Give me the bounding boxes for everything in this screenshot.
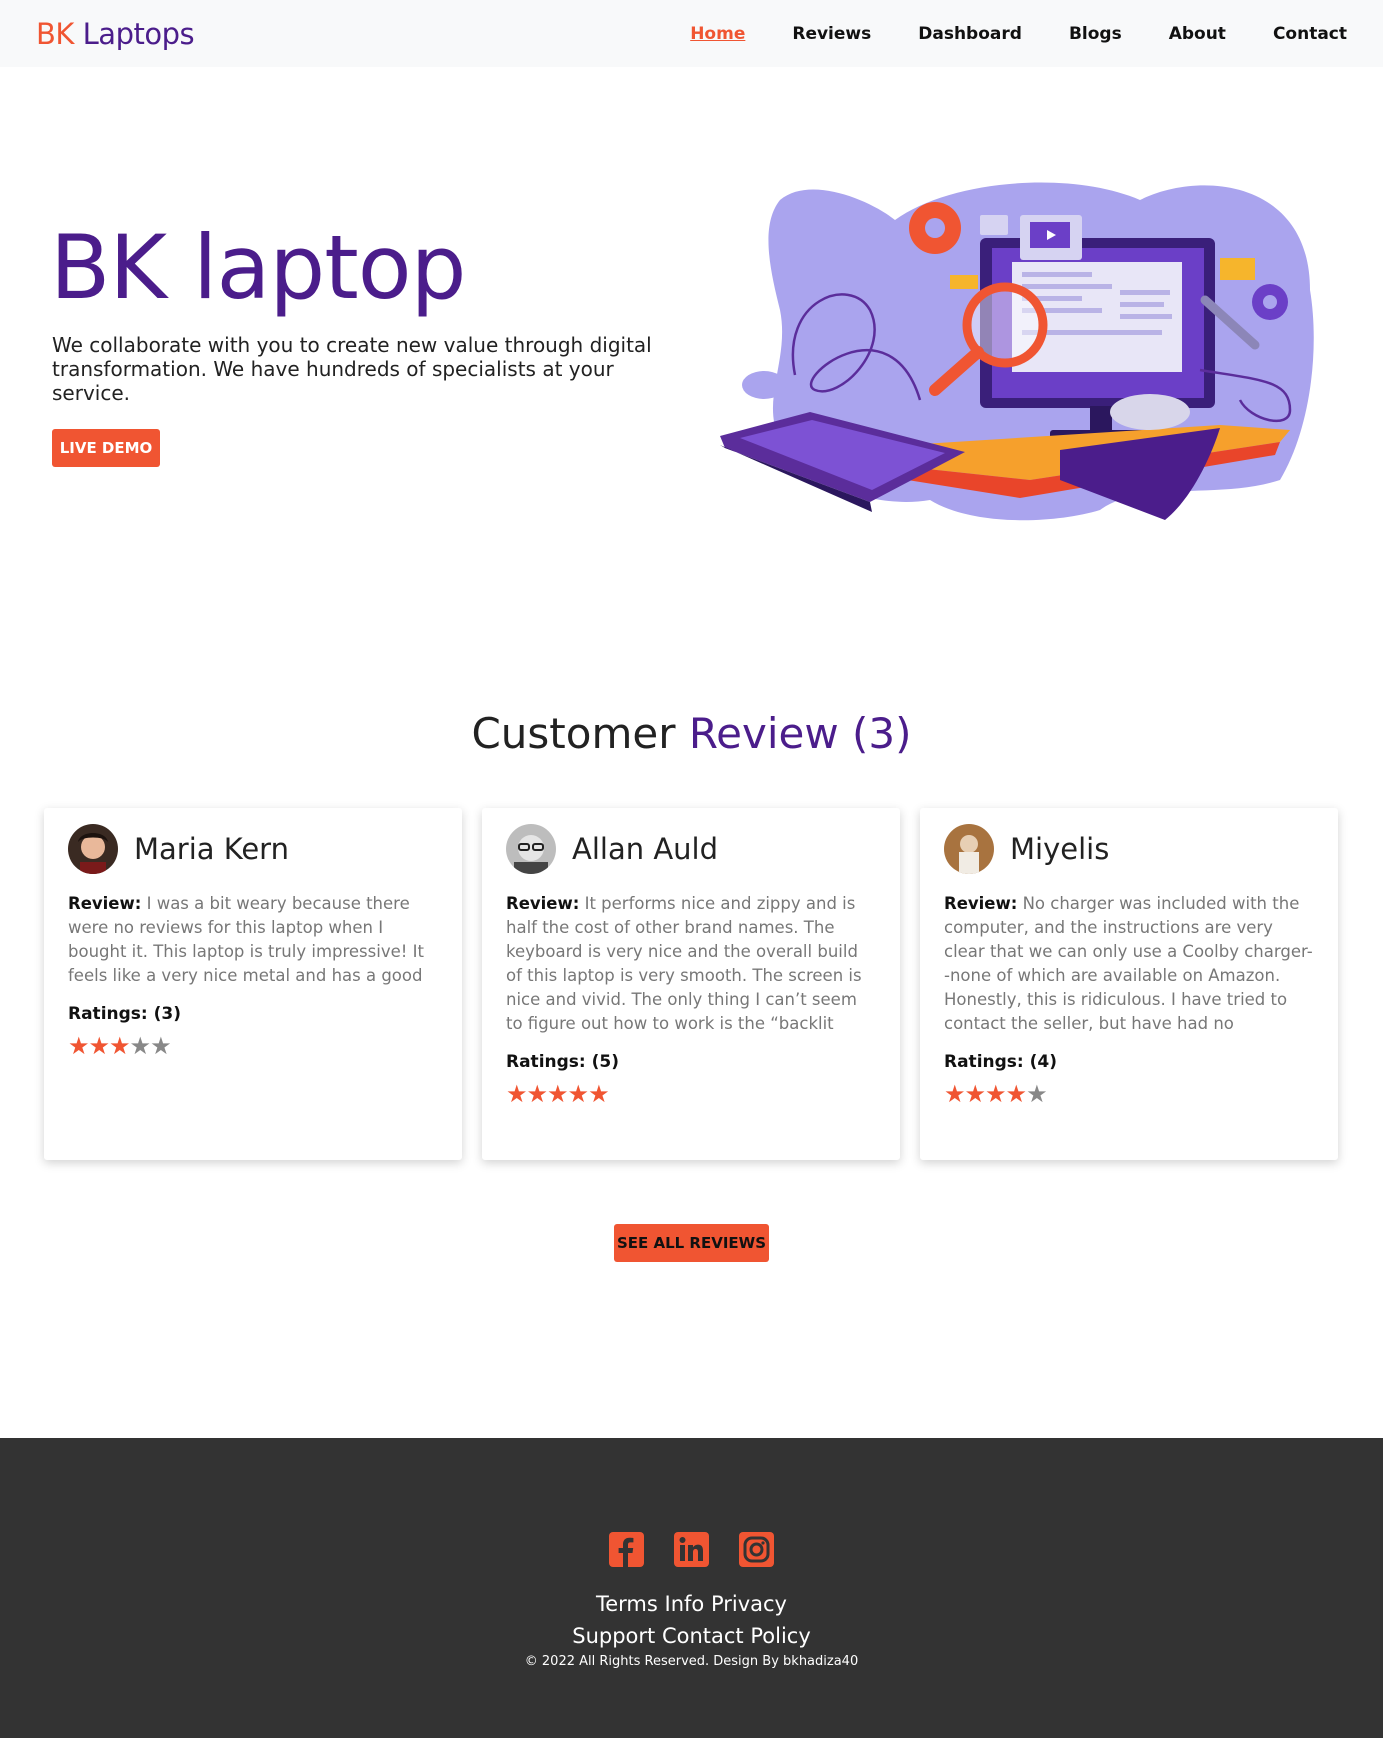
review-cards: Maria Kern Review: I was a bit weary bec… — [44, 808, 1340, 1160]
footer: Terms Info Privacy Support Contact Polic… — [0, 1438, 1383, 1738]
star-filled-icon: ★ — [985, 1080, 1006, 1108]
footer-link-privacy[interactable]: Privacy — [711, 1592, 787, 1616]
hero-text: We collaborate with you to create new va… — [52, 333, 652, 405]
rating-label: Ratings: (5) — [506, 1052, 619, 1072]
nav-link-about[interactable]: About — [1169, 22, 1226, 46]
footer-link-policy[interactable]: Policy — [750, 1624, 810, 1648]
nav-link-home[interactable]: Home — [690, 22, 745, 46]
review-text: Review: No charger was included with the… — [944, 892, 1314, 1036]
rating-stars: ★★★★★ — [506, 1080, 876, 1108]
nav-link-dashboard[interactable]: Dashboard — [918, 22, 1022, 46]
brand-part-bk: BK — [36, 17, 74, 51]
hero-title: BK laptop — [50, 216, 466, 319]
star-filled-icon: ★ — [526, 1080, 548, 1108]
star-empty-icon: ★ — [1026, 1080, 1047, 1108]
rating-label: Ratings: (4) — [944, 1052, 1057, 1072]
footer-links-row-2: Support Contact Policy — [0, 1620, 1383, 1652]
nav-link-blogs[interactable]: Blogs — [1069, 22, 1122, 46]
nav-links: Home Reviews Dashboard Blogs About Conta… — [643, 22, 1347, 46]
review-card: Miyelis Review: No charger was included … — [920, 808, 1338, 1160]
footer-link-info[interactable]: Info — [665, 1592, 705, 1616]
live-demo-button[interactable]: LIVE DEMO — [52, 429, 160, 467]
rating-stars: ★★★★★ — [944, 1080, 1314, 1108]
star-filled-icon: ★ — [547, 1080, 568, 1108]
review-body: No charger was included with the compute… — [944, 894, 1313, 1033]
nav-link-contact[interactable]: Contact — [1273, 22, 1347, 46]
reviews-title-part1: Customer — [471, 709, 676, 758]
star-empty-icon: ★ — [129, 1032, 151, 1060]
star-filled-icon: ★ — [588, 1080, 609, 1108]
reviews-title-part2: Review (3) — [688, 709, 912, 758]
review-card: Allan Auld Review: It performs nice and … — [482, 808, 900, 1160]
footer-links: Terms Info Privacy Support Contact Polic… — [0, 1588, 1383, 1652]
navbar: BK Laptops Home Reviews Dashboard Blogs … — [0, 0, 1383, 67]
footer-links-row-1: Terms Info Privacy — [0, 1588, 1383, 1620]
reviews-section-title: Customer Review (3) — [0, 708, 1383, 760]
footer-link-contact[interactable]: Contact — [662, 1624, 744, 1648]
star-filled-icon: ★ — [567, 1080, 589, 1108]
star-filled-icon: ★ — [68, 1032, 89, 1060]
star-filled-icon: ★ — [1005, 1080, 1027, 1108]
avatar — [944, 824, 994, 874]
star-filled-icon: ★ — [506, 1080, 527, 1108]
star-empty-icon: ★ — [150, 1032, 171, 1060]
review-card: Maria Kern Review: I was a bit weary bec… — [44, 808, 462, 1160]
star-filled-icon: ★ — [964, 1080, 986, 1108]
rating-label: Ratings: (3) — [68, 1004, 181, 1024]
reviewer-name: Maria Kern — [134, 832, 289, 866]
reviewer-name: Allan Auld — [572, 832, 719, 866]
facebook-icon[interactable] — [609, 1532, 644, 1567]
footer-link-support[interactable]: Support — [572, 1624, 655, 1648]
review-body: It performs nice and zippy and is half t… — [506, 894, 862, 1033]
avatar — [68, 824, 118, 874]
brand-part-laptops: Laptops — [82, 17, 195, 51]
review-text: Review: It performs nice and zippy and i… — [506, 892, 876, 1036]
see-all-reviews-button[interactable]: SEE ALL REVIEWS — [614, 1224, 769, 1262]
avatar — [506, 824, 556, 874]
social-links — [0, 1532, 1383, 1567]
brand-logo[interactable]: BK Laptops — [36, 16, 195, 52]
reviewer-name: Miyelis — [1010, 832, 1110, 866]
linkedin-icon[interactable] — [674, 1532, 709, 1567]
hero-laptop-illustration — [720, 182, 1314, 521]
star-filled-icon: ★ — [88, 1032, 110, 1060]
review-label: Review: — [944, 894, 1018, 913]
footer-link-terms[interactable]: Terms — [596, 1592, 658, 1616]
review-card-header: Miyelis — [944, 822, 1314, 876]
review-card-header: Allan Auld — [506, 822, 876, 876]
instagram-icon[interactable] — [739, 1532, 774, 1567]
star-filled-icon: ★ — [109, 1032, 130, 1060]
copyright: © 2022 All Rights Reserved. Design By bk… — [524, 1654, 859, 1669]
review-label: Review: — [68, 894, 142, 913]
nav-link-reviews[interactable]: Reviews — [792, 22, 871, 46]
star-filled-icon: ★ — [944, 1080, 965, 1108]
review-label: Review: — [506, 894, 580, 913]
review-text: Review: I was a bit weary because there … — [68, 892, 438, 988]
rating-stars: ★★★★★ — [68, 1032, 438, 1060]
review-card-header: Maria Kern — [68, 822, 438, 876]
